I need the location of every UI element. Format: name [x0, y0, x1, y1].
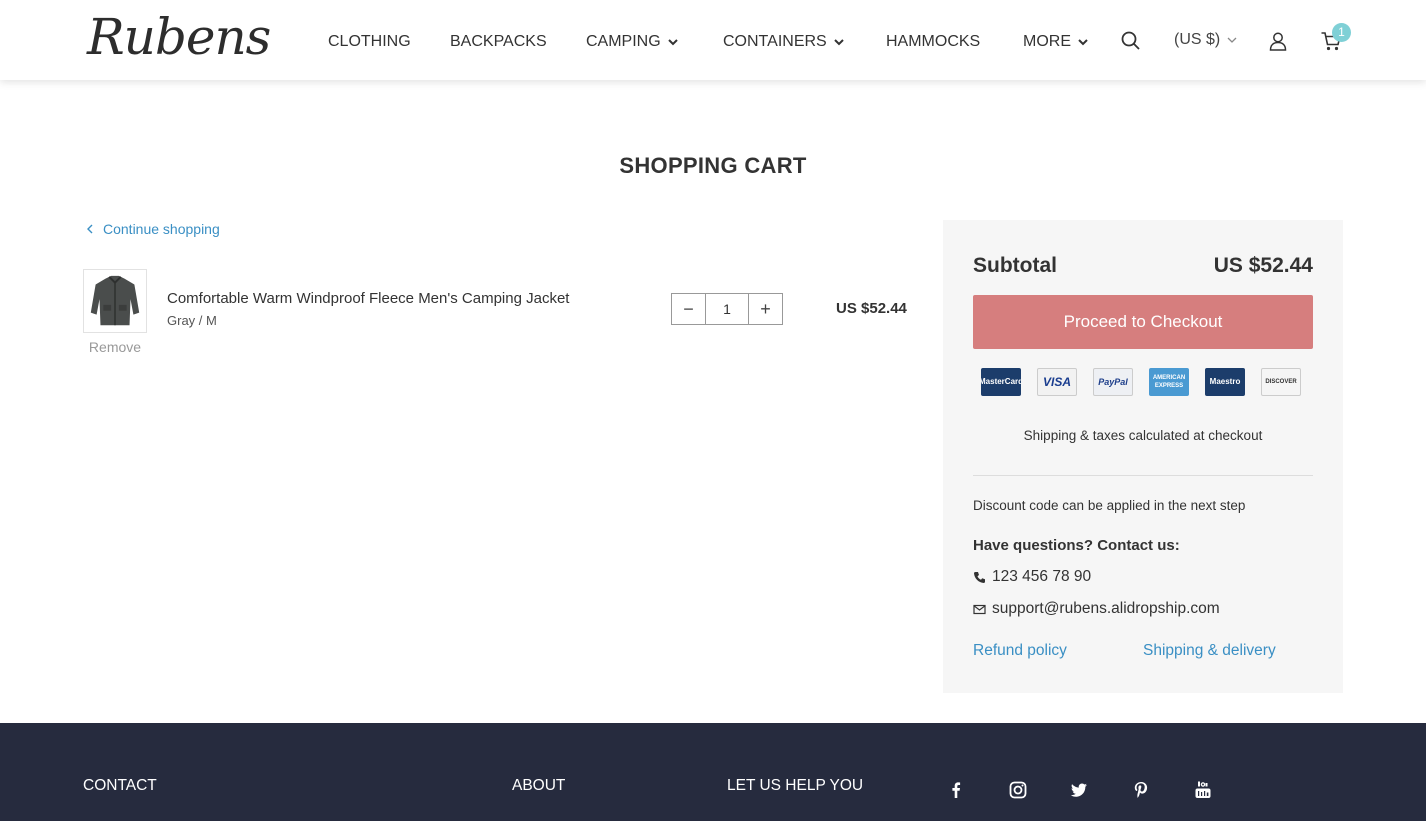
amex-icon: AMERICAN EXPRESS — [1149, 368, 1189, 396]
quantity-decrease-button[interactable]: − — [672, 294, 705, 324]
chevron-down-icon — [834, 39, 844, 46]
payment-methods: MasterCard VISA PayPal AMERICAN EXPRESS … — [981, 368, 1301, 396]
nav-clothing[interactable]: CLOTHING — [328, 33, 411, 51]
contact-email[interactable]: support@rubens.alidropship.com — [973, 600, 1220, 618]
nav-camping-label: CAMPING — [586, 33, 661, 50]
nav-backpacks[interactable]: BACKPACKS — [450, 33, 547, 51]
contact-phone: 123 456 78 90 — [973, 568, 1091, 586]
pinterest-icon[interactable] — [1131, 780, 1151, 800]
nav-backpacks-label: BACKPACKS — [450, 33, 547, 50]
mail-icon — [973, 604, 986, 614]
refund-policy-link[interactable]: Refund policy — [973, 642, 1067, 660]
shipping-delivery-link[interactable]: Shipping & delivery — [1143, 642, 1276, 660]
account-icon[interactable] — [1267, 30, 1289, 52]
quantity-stepper: − 1 + — [671, 293, 783, 325]
nav-more-label: MORE — [1023, 33, 1071, 50]
footer-help-heading: LET US HELP YOU — [727, 777, 864, 794]
product-thumbnail[interactable] — [83, 269, 147, 333]
chevron-down-icon — [667, 39, 678, 46]
nav-hammocks-label: HAMMOCKS — [886, 33, 981, 50]
order-summary-panel: Subtotal US $52.44 Proceed to Checkout M… — [943, 220, 1343, 693]
footer-about-heading: ABOUT — [512, 777, 566, 794]
line-item-price: US $52.44 — [836, 300, 907, 317]
nav-containers[interactable]: CONTAINERS — [723, 33, 845, 51]
contact-heading: Have questions? Contact us: — [973, 537, 1180, 554]
remove-item-button[interactable]: Remove — [83, 339, 147, 355]
maestro-icon: Maestro — [1205, 368, 1245, 396]
contact-phone-text: 123 456 78 90 — [992, 568, 1092, 585]
continue-shopping-label: Continue shopping — [103, 221, 220, 237]
contact-email-text: support@rubens.alidropship.com — [992, 600, 1220, 617]
subtotal-label: Subtotal — [973, 254, 1057, 277]
visa-icon: VISA — [1037, 368, 1077, 396]
quantity-input[interactable]: 1 — [705, 294, 749, 324]
footer-contact-heading: CONTACT — [83, 777, 157, 794]
page-title: SHOPPING CART — [619, 153, 807, 178]
discover-icon: DISCOVER — [1261, 368, 1301, 396]
facebook-icon[interactable] — [946, 780, 966, 800]
product-variant: Gray / M — [167, 313, 217, 328]
continue-shopping-link[interactable]: Continue shopping — [85, 221, 220, 237]
nav-hammocks[interactable]: HAMMOCKS — [886, 33, 980, 51]
chevron-down-icon — [1078, 39, 1088, 46]
proceed-to-checkout-button[interactable]: Proceed to Checkout — [973, 295, 1313, 349]
nav-containers-label: CONTAINERS — [723, 33, 827, 50]
search-icon[interactable] — [1120, 30, 1142, 52]
phone-icon — [974, 571, 985, 583]
twitter-icon[interactable] — [1069, 780, 1089, 800]
jacket-image-icon — [90, 275, 140, 326]
cart-count-badge: 1 — [1332, 23, 1351, 42]
site-footer: CONTACT ABOUT LET US HELP YOU — [0, 723, 1426, 821]
currency-label: (US $) — [1174, 31, 1221, 48]
youtube-icon[interactable] — [1193, 780, 1213, 800]
product-name-link[interactable]: Comfortable Warm Windproof Fleece Men's … — [167, 290, 569, 307]
paypal-icon: PayPal — [1093, 368, 1133, 396]
shipping-taxes-note: Shipping & taxes calculated at checkout — [1023, 428, 1263, 443]
chevron-down-icon — [1227, 37, 1237, 43]
quantity-increase-button[interactable]: + — [749, 294, 782, 324]
nav-more[interactable]: MORE — [1023, 33, 1089, 51]
subtotal-value: US $52.44 — [1213, 254, 1313, 277]
mastercard-icon: MasterCard — [981, 368, 1021, 396]
instagram-icon[interactable] — [1008, 780, 1028, 800]
nav-camping[interactable]: CAMPING — [586, 33, 679, 51]
site-logo[interactable]: Rubens — [87, 8, 271, 66]
site-header: Rubens CLOTHING BACKPACKS CAMPING CONTAI… — [0, 0, 1426, 80]
currency-selector[interactable]: (US $) — [1174, 31, 1238, 49]
summary-divider — [973, 475, 1313, 476]
nav-clothing-label: CLOTHING — [328, 33, 411, 50]
chevron-left-icon — [87, 224, 93, 234]
discount-note: Discount code can be applied in the next… — [973, 498, 1246, 513]
